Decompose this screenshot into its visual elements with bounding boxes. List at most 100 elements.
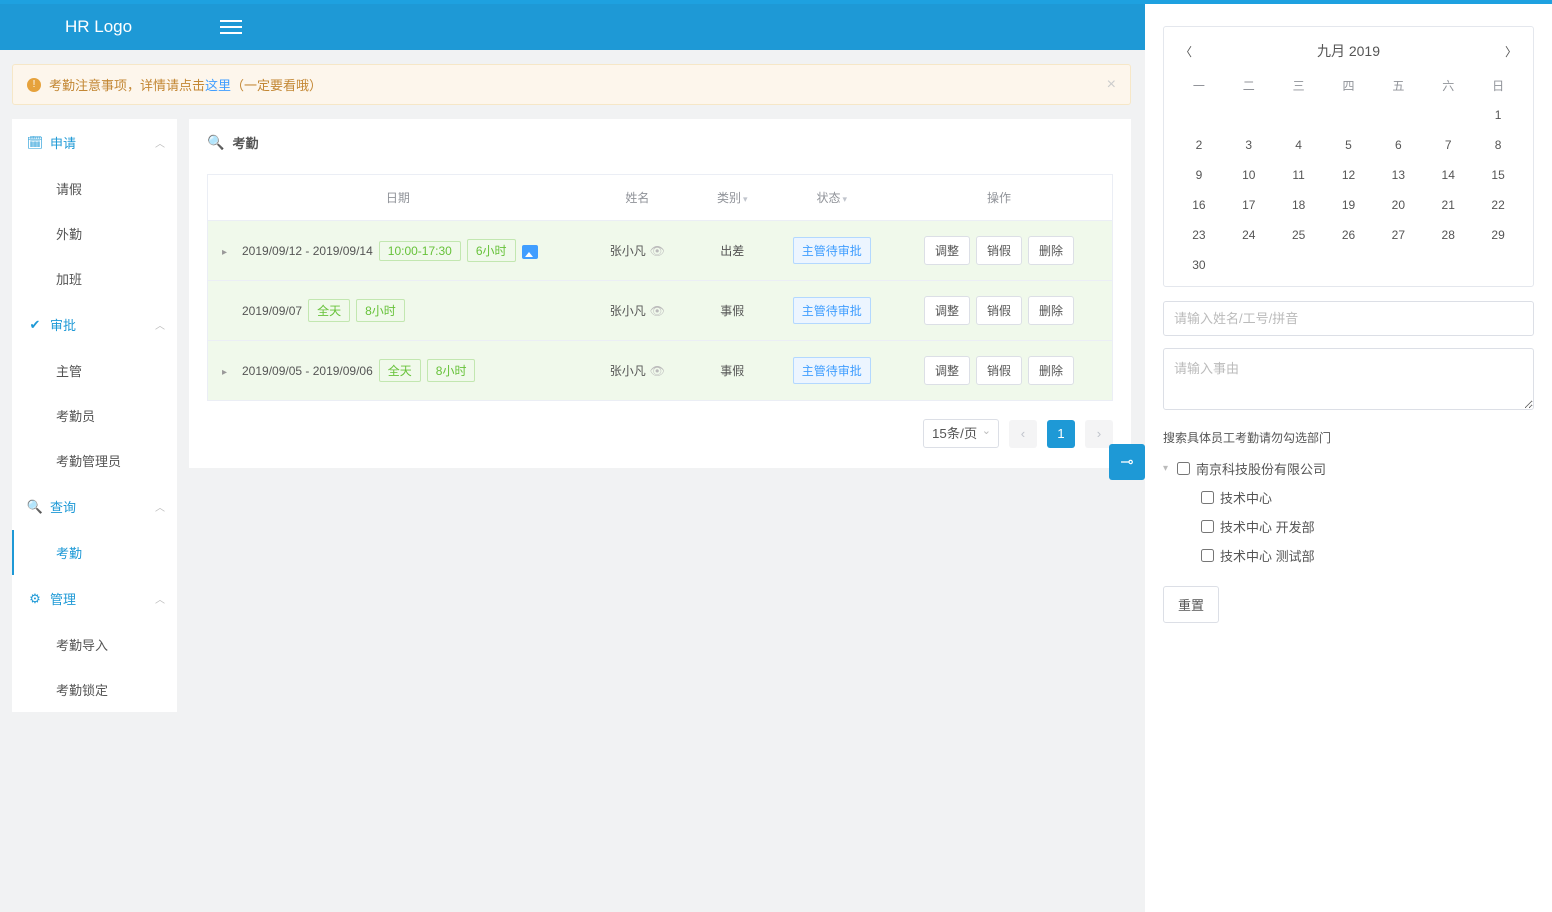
cal-day[interactable]: 6 (1373, 130, 1423, 160)
cal-day[interactable]: 20 (1373, 190, 1423, 220)
delete-button[interactable]: 删除 (1028, 356, 1074, 385)
cal-dow: 四 (1324, 71, 1374, 100)
cal-dow: 二 (1224, 71, 1274, 100)
eye-icon[interactable]: 👁 (650, 244, 665, 258)
reset-button[interactable]: 重置 (1163, 586, 1219, 623)
sidebar-item[interactable]: 加班 (12, 256, 177, 301)
sidebar-item[interactable]: 考勤管理员 (12, 438, 177, 483)
warning-icon: ! (27, 78, 41, 92)
page-number-button[interactable]: 1 (1047, 420, 1075, 448)
cal-day[interactable]: 4 (1274, 130, 1324, 160)
cal-dow: 一 (1174, 71, 1224, 100)
calendar: 〈 九月 2019 〉 一二三四五六日123456789101112131415… (1163, 26, 1534, 287)
adjust-button[interactable]: 调整 (924, 296, 970, 325)
attendance-table: 日期 姓名 类别▾ 状态▾ 操作 ▸2019/09/12 - 2019/09/1… (207, 174, 1113, 401)
key-toggle-button[interactable]: ⊸ (1109, 444, 1145, 480)
time-tag: 全天 (379, 359, 421, 382)
chevron-up-icon: ︿ (155, 317, 165, 332)
tree-node[interactable]: 技术中心 开发部 (1187, 512, 1534, 541)
cancel-leave-button[interactable]: 销假 (976, 296, 1022, 325)
dept-checkbox[interactable] (1201, 549, 1214, 562)
cal-prev-button[interactable]: 〈 (1180, 43, 1192, 60)
cal-day[interactable]: 18 (1274, 190, 1324, 220)
cal-day[interactable]: 2 (1174, 130, 1224, 160)
col-type[interactable]: 类别▾ (687, 175, 777, 221)
cal-title: 九月 2019 (1317, 41, 1380, 61)
status-badge: 主管待审批 (793, 357, 871, 384)
sidebar-item[interactable]: 考勤员 (12, 393, 177, 438)
chevron-down-icon: ▾ (1163, 463, 1177, 474)
filter-panel: 〈 九月 2019 〉 一二三四五六日123456789101112131415… (1145, 4, 1552, 912)
cal-next-button[interactable]: 〉 (1505, 43, 1517, 60)
eye-icon[interactable]: 👁 (650, 304, 665, 318)
brand-logo: HR Logo (20, 17, 220, 37)
cal-day[interactable]: 27 (1373, 220, 1423, 250)
adjust-button[interactable]: 调整 (924, 236, 970, 265)
cal-day[interactable]: 5 (1324, 130, 1374, 160)
cal-day[interactable]: 24 (1224, 220, 1274, 250)
sidebar-item[interactable]: 主管 (12, 348, 177, 393)
cal-dow: 三 (1274, 71, 1324, 100)
cal-day[interactable]: 8 (1473, 130, 1523, 160)
cal-day[interactable]: 29 (1473, 220, 1523, 250)
menu-group-apply[interactable]: 🗓申请︿ (12, 119, 177, 166)
reason-input[interactable] (1163, 348, 1534, 410)
sidebar-item[interactable]: 考勤导入 (12, 622, 177, 667)
cal-day[interactable]: 14 (1423, 160, 1473, 190)
cal-day[interactable]: 23 (1174, 220, 1224, 250)
menu-toggle-icon[interactable] (220, 16, 242, 38)
eye-icon[interactable]: 👁 (650, 364, 665, 378)
cal-day[interactable]: 10 (1224, 160, 1274, 190)
cancel-leave-button[interactable]: 销假 (976, 356, 1022, 385)
cal-day[interactable]: 25 (1274, 220, 1324, 250)
status-badge: 主管待审批 (793, 237, 871, 264)
notice-link[interactable]: 这里 (205, 75, 231, 94)
cal-day[interactable]: 28 (1423, 220, 1473, 250)
menu-group-approve[interactable]: ✔审批︿ (12, 301, 177, 348)
col-date: 日期 (208, 175, 588, 221)
cal-day[interactable]: 3 (1224, 130, 1274, 160)
cal-day[interactable]: 21 (1423, 190, 1473, 220)
cal-day[interactable]: 12 (1324, 160, 1374, 190)
cal-day[interactable]: 22 (1473, 190, 1523, 220)
close-icon[interactable]: × (1107, 76, 1116, 94)
cancel-leave-button[interactable]: 销假 (976, 236, 1022, 265)
cal-day[interactable]: 17 (1224, 190, 1274, 220)
menu-group-manage[interactable]: ⚙管理︿ (12, 575, 177, 622)
cal-day[interactable]: 26 (1324, 220, 1374, 250)
expand-icon[interactable]: ▸ (222, 247, 232, 258)
next-page-button[interactable]: › (1085, 420, 1113, 448)
image-icon[interactable] (522, 245, 538, 259)
cal-day[interactable]: 16 (1174, 190, 1224, 220)
dept-checkbox[interactable] (1201, 491, 1214, 504)
menu-group-query[interactable]: 🔍查询︿ (12, 483, 177, 530)
tree-node[interactable]: 技术中心 (1187, 483, 1534, 512)
dept-checkbox[interactable] (1201, 520, 1214, 533)
chevron-up-icon: ︿ (155, 591, 165, 606)
delete-button[interactable]: 删除 (1028, 236, 1074, 265)
col-status[interactable]: 状态▾ (778, 175, 886, 221)
expand-icon[interactable]: ▸ (222, 367, 232, 378)
sidebar-item[interactable]: 考勤锁定 (12, 667, 177, 712)
cal-day[interactable]: 11 (1274, 160, 1324, 190)
cal-day[interactable]: 13 (1373, 160, 1423, 190)
prev-page-button[interactable]: ‹ (1009, 420, 1037, 448)
cal-day[interactable]: 19 (1324, 190, 1374, 220)
page-size-select[interactable]: 15条/页 (923, 419, 999, 448)
status-badge: 主管待审批 (793, 297, 871, 324)
adjust-button[interactable]: 调整 (924, 356, 970, 385)
sidebar-item[interactable]: 考勤 (12, 530, 177, 575)
sort-icon: ▾ (743, 194, 748, 204)
cal-day[interactable]: 30 (1174, 250, 1224, 280)
dept-checkbox[interactable] (1177, 462, 1190, 475)
cal-day[interactable]: 15 (1473, 160, 1523, 190)
tree-root[interactable]: ▾南京科技股份有限公司 (1163, 454, 1534, 483)
cal-day[interactable]: 9 (1174, 160, 1224, 190)
name-search-input[interactable] (1163, 301, 1534, 336)
sidebar-item[interactable]: 外勤 (12, 211, 177, 256)
sidebar-item[interactable]: 请假 (12, 166, 177, 211)
cal-day[interactable]: 1 (1473, 100, 1523, 130)
delete-button[interactable]: 删除 (1028, 296, 1074, 325)
tree-node[interactable]: 技术中心 测试部 (1187, 541, 1534, 570)
cal-day[interactable]: 7 (1423, 130, 1473, 160)
